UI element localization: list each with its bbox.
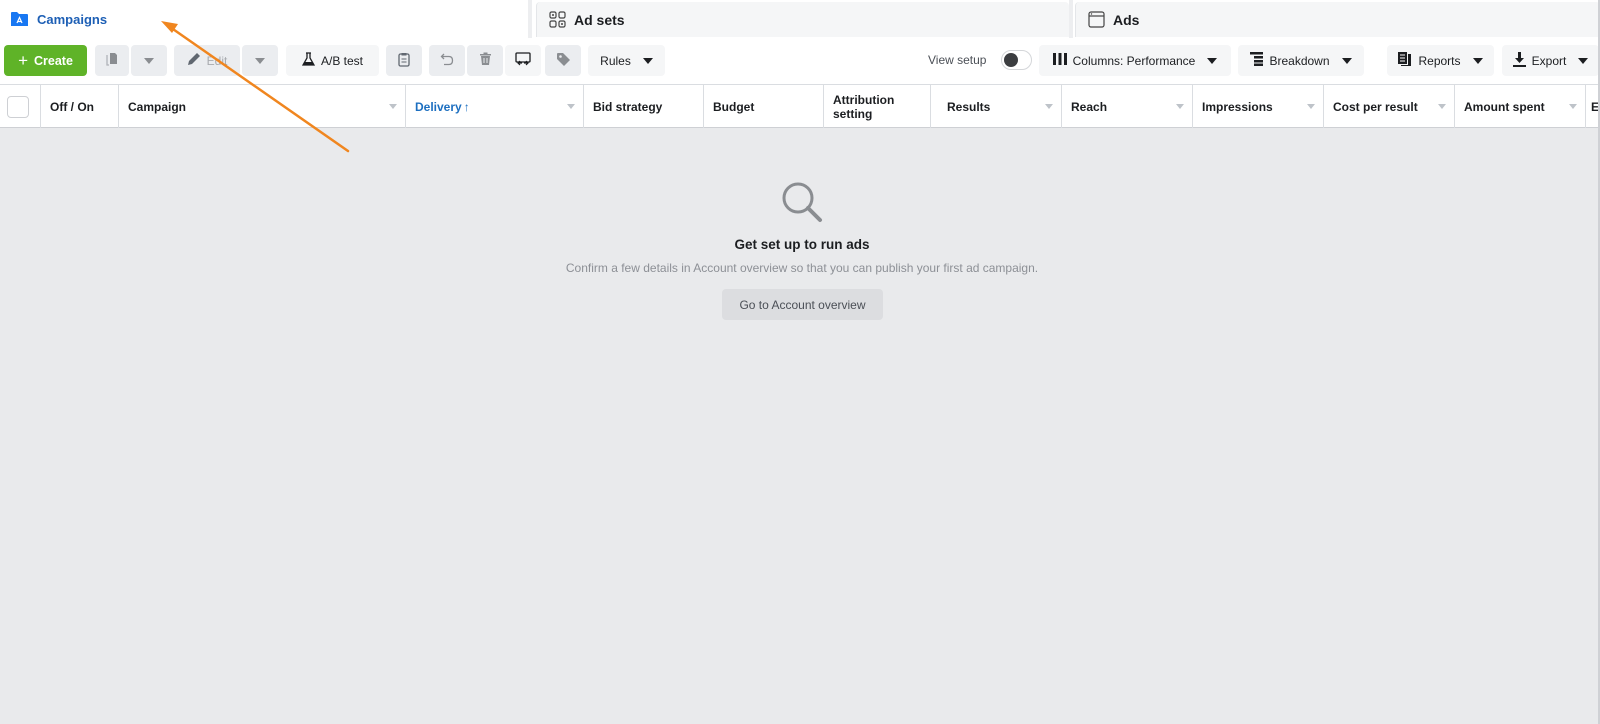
column-header-results[interactable]: Results [930, 85, 1061, 128]
column-header-delivery[interactable]: Delivery ↑ [405, 85, 583, 128]
select-all-cell [0, 85, 40, 128]
ad-sets-grid-icon [549, 11, 566, 28]
columns-dropdown[interactable]: Columns: Performance [1039, 45, 1231, 76]
chevron-down-icon [1341, 57, 1352, 64]
ab-test-label: A/B test [320, 53, 364, 68]
column-menu-caret-icon[interactable] [1045, 104, 1053, 109]
tab-campaigns[interactable]: Campaigns [0, 0, 528, 38]
tab-label: Campaigns [37, 11, 108, 27]
tab-label: Ads [1113, 11, 1140, 28]
go-to-account-overview-button[interactable]: Go to Account overview [722, 289, 883, 320]
trash-icon [479, 52, 492, 69]
reports-label: Reports [1418, 53, 1461, 68]
reports-icon [1398, 52, 1412, 69]
column-label: Bid strategy [593, 99, 663, 114]
column-label: Attribution setting [833, 92, 895, 121]
duplicate-button[interactable] [95, 45, 129, 76]
column-label: Campaign [128, 99, 187, 114]
chevron-down-icon [144, 57, 154, 64]
plus-icon: + [18, 51, 28, 70]
rules-dropdown[interactable]: Rules [588, 45, 665, 76]
column-header-amount-spent[interactable]: Amount spent [1454, 85, 1585, 128]
ad-window-icon [1088, 11, 1105, 28]
pencil-icon [187, 52, 201, 69]
tab-divider [528, 0, 532, 38]
column-menu-caret-icon[interactable] [1569, 104, 1577, 109]
flask-icon [301, 52, 316, 69]
table-header: Off / On Campaign Delivery ↑ Bid strateg… [0, 84, 1600, 128]
chevron-down-icon [1207, 57, 1218, 64]
rules-label: Rules [600, 53, 631, 68]
column-menu-caret-icon[interactable] [1176, 104, 1184, 109]
download-icon [1512, 51, 1526, 70]
view-setup-toggle[interactable] [1001, 50, 1032, 70]
column-menu-caret-icon[interactable] [567, 104, 575, 109]
empty-state-description: Confirm a few details in Account overvie… [565, 261, 1039, 275]
edit-button[interactable]: Edit [174, 45, 240, 76]
breakdown-icon [1250, 52, 1264, 69]
empty-state-title: Get set up to run ads [734, 237, 870, 252]
column-label: Off / On [50, 99, 94, 114]
export-dropdown[interactable]: Export [1502, 45, 1599, 76]
column-label: Impressions [1202, 99, 1273, 114]
column-menu-caret-icon[interactable] [389, 104, 397, 109]
search-icon [780, 180, 826, 231]
chevron-down-icon [642, 57, 653, 64]
tab-ad-sets[interactable]: Ad sets [536, 2, 1069, 37]
clipboard-button[interactable] [386, 45, 422, 76]
column-label: Delivery [415, 99, 462, 114]
sort-ascending-icon: ↑ [463, 99, 470, 114]
campaign-folder-icon [10, 11, 29, 27]
chevron-down-icon [1578, 57, 1589, 64]
columns-icon [1052, 53, 1067, 68]
toggle-knob [1004, 53, 1018, 67]
duplicate-icon [104, 51, 120, 70]
tag-icon [556, 52, 571, 70]
create-button[interactable]: + Create [4, 45, 87, 76]
chevron-down-icon [1472, 57, 1483, 64]
chevron-down-icon [255, 57, 265, 64]
column-menu-caret-icon[interactable] [1307, 104, 1315, 109]
column-label: Amount spent [1464, 99, 1545, 114]
column-label: Budget [713, 99, 755, 114]
toolbar: + Create Edit A/B test Rules View setup … [0, 38, 1600, 84]
clipboard-icon [398, 52, 410, 70]
column-header-cost-per-result[interactable]: Cost per result [1323, 85, 1454, 128]
preview-button[interactable] [505, 45, 541, 76]
column-header-impressions[interactable]: Impressions [1192, 85, 1323, 128]
view-setup-label: View setup [928, 53, 987, 67]
reports-dropdown[interactable]: Reports [1387, 45, 1494, 76]
tag-button[interactable] [545, 45, 581, 76]
tab-ads[interactable]: Ads [1075, 2, 1600, 37]
select-all-checkbox[interactable] [7, 95, 29, 118]
undo-button[interactable] [429, 45, 465, 76]
breakdown-dropdown[interactable]: Breakdown [1238, 45, 1364, 76]
tab-divider [1069, 0, 1073, 38]
level-tabs: Campaigns Ad sets Ads [0, 0, 1600, 38]
column-header-bid-strategy[interactable]: Bid strategy [583, 85, 703, 128]
column-header-campaign[interactable]: Campaign [118, 85, 405, 128]
column-label: Reach [1071, 99, 1108, 114]
preview-share-icon [515, 51, 531, 70]
ab-test-button[interactable]: A/B test [286, 45, 379, 76]
column-header-reach[interactable]: Reach [1061, 85, 1192, 128]
create-label: Create [34, 53, 73, 68]
column-header-budget[interactable]: Budget [703, 85, 823, 128]
column-menu-caret-icon[interactable] [1438, 104, 1446, 109]
column-header-attribution-setting[interactable]: Attribution setting [823, 85, 930, 128]
edit-label: Edit [206, 53, 228, 68]
column-label: Results [947, 99, 991, 114]
undo-icon [440, 52, 454, 69]
columns-label: Columns: Performance [1072, 53, 1196, 68]
duplicate-dropdown-button[interactable] [131, 45, 167, 76]
column-label: Cost per result [1333, 99, 1418, 114]
edit-dropdown-button[interactable] [242, 45, 278, 76]
breakdown-label: Breakdown [1269, 53, 1330, 68]
delete-button[interactable] [467, 45, 503, 76]
tab-label: Ad sets [574, 11, 625, 28]
export-label: Export [1531, 53, 1567, 68]
column-header-off-on[interactable]: Off / On [40, 85, 118, 128]
